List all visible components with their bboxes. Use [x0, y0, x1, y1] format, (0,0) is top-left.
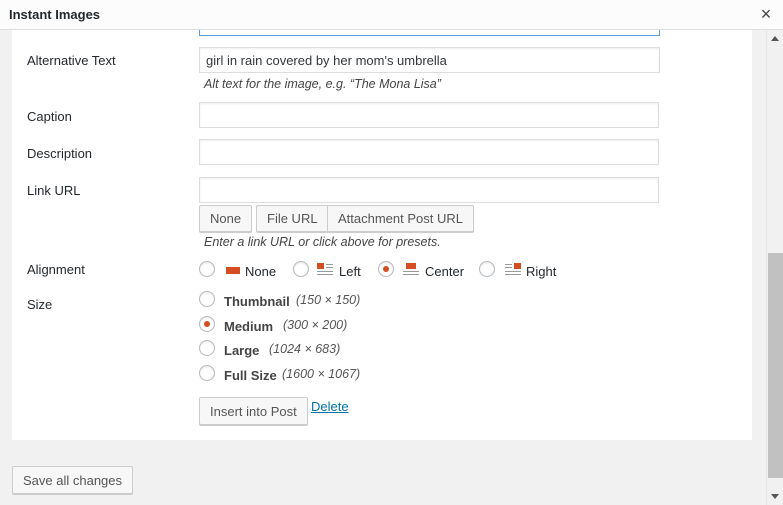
size-medium-dims: (300 × 200): [283, 318, 348, 332]
title-input[interactable]: [199, 30, 660, 36]
close-icon[interactable]: ×: [757, 3, 775, 25]
size-thumbnail-radio[interactable]: [199, 291, 215, 307]
size-label: Size: [27, 297, 53, 312]
alignment-label: Alignment: [27, 262, 85, 277]
size-full-radio[interactable]: [199, 365, 215, 381]
caption-input[interactable]: [199, 102, 659, 128]
size-medium-label[interactable]: Medium: [224, 319, 273, 334]
size-thumbnail-label[interactable]: Thumbnail: [224, 294, 290, 309]
scroll-down-icon[interactable]: [771, 494, 779, 499]
alt-text-hint: Alt text for the image, e.g. “The Mona L…: [204, 77, 441, 91]
size-medium-radio[interactable]: [199, 316, 215, 332]
description-label: Description: [27, 146, 93, 161]
align-center-label[interactable]: Center: [425, 264, 464, 279]
scroll-up-icon[interactable]: [771, 36, 779, 41]
link-url-input[interactable]: [199, 177, 659, 203]
align-right-label[interactable]: Right: [526, 264, 556, 279]
size-large-radio[interactable]: [199, 340, 215, 356]
size-thumbnail-dims: (150 × 150): [296, 293, 361, 307]
align-right-radio[interactable]: [479, 261, 495, 277]
align-center-icon: [403, 263, 419, 275]
caption-label: Caption: [27, 109, 72, 124]
size-full-dims: (1600 × 1067): [282, 367, 361, 381]
align-none-icon: [226, 265, 242, 277]
align-left-radio[interactable]: [293, 261, 309, 277]
size-large-dims: (1024 × 683): [269, 342, 341, 356]
align-none-label[interactable]: None: [245, 264, 276, 279]
align-right-icon: [505, 263, 521, 275]
link-attachment-post-url-button[interactable]: Attachment Post URL: [327, 205, 474, 232]
description-input[interactable]: [199, 139, 659, 165]
align-center-radio[interactable]: [378, 261, 394, 277]
link-url-hint: Enter a link URL or click above for pres…: [204, 235, 441, 249]
link-none-button[interactable]: None: [199, 205, 253, 232]
link-url-label: Link URL: [27, 183, 81, 198]
align-left-icon: [317, 263, 333, 275]
align-left-label[interactable]: Left: [339, 264, 361, 279]
scrollbar[interactable]: [766, 30, 783, 505]
modal-titlebar: Instant Images ×: [0, 0, 783, 30]
scroll-thumb[interactable]: [768, 253, 783, 478]
link-file-url-button[interactable]: File URL: [256, 205, 329, 232]
save-all-changes-button[interactable]: Save all changes: [12, 466, 134, 494]
align-none-radio[interactable]: [199, 261, 215, 277]
alt-text-input[interactable]: [199, 47, 660, 73]
size-full-label[interactable]: Full Size: [224, 368, 277, 383]
alt-text-label: Alternative Text: [27, 53, 116, 68]
insert-into-post-button[interactable]: Insert into Post: [199, 397, 308, 425]
size-large-label[interactable]: Large: [224, 343, 259, 358]
attachment-details-panel: Alternative Text Alt text for the image,…: [12, 30, 752, 440]
delete-link[interactable]: Delete: [311, 399, 349, 414]
modal-title: Instant Images: [9, 7, 101, 22]
